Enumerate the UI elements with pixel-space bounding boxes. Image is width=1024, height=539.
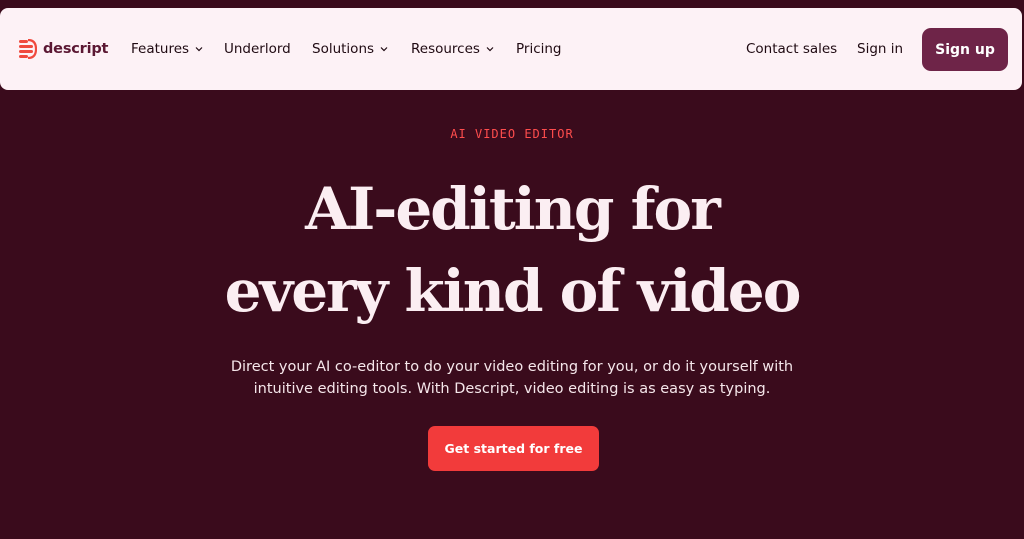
nav-item-underlord[interactable]: Underlord [224, 38, 291, 60]
nav-item-resources[interactable]: Resources [411, 38, 494, 60]
headline-line-1: AI-editing for [305, 175, 721, 243]
hero-headline: AI-editing for every kind of video [0, 168, 1024, 332]
nav-item-label: Resources [411, 41, 480, 57]
sign-up-button[interactable]: Sign up [922, 28, 1008, 71]
sign-up-label: Sign up [935, 41, 995, 58]
sign-in-link[interactable]: Sign in [857, 38, 903, 60]
chevron-down-icon [195, 47, 203, 52]
descript-logo-link[interactable]: descript [19, 38, 108, 60]
chevron-down-icon [380, 47, 388, 52]
hero-eyebrow: AI VIDEO EDITOR [450, 127, 574, 141]
contact-sales-link[interactable]: Contact sales [746, 38, 837, 60]
description-line-1: Direct your AI co-editor to do your vide… [230, 359, 794, 375]
page: descript Features Underlord Solutions Re… [0, 0, 1024, 539]
chevron-down-icon [486, 47, 494, 52]
get-started-label: Get started for free [444, 441, 583, 456]
sign-in-label: Sign in [857, 41, 904, 57]
contact-sales-label: Contact sales [746, 41, 838, 57]
nav-item-label: Features [131, 41, 190, 57]
get-started-button[interactable]: Get started for free [428, 426, 599, 471]
hero-description: Direct your AI co-editor to do your vide… [220, 356, 804, 400]
nav-item-pricing[interactable]: Pricing [516, 38, 562, 60]
nav-item-label: Underlord [224, 41, 291, 57]
nav-item-label: Solutions [312, 41, 375, 57]
top-navbar: descript Features Underlord Solutions Re… [0, 8, 1022, 90]
nav-item-label: Pricing [516, 41, 562, 57]
nav-item-solutions[interactable]: Solutions [312, 38, 388, 60]
descript-logo-icon [19, 39, 37, 59]
headline-line-2: every kind of video [224, 257, 802, 325]
description-line-2: intuitive editing tools. With Descript, … [253, 381, 771, 397]
brand-name: descript [43, 41, 109, 57]
nav-item-features[interactable]: Features [131, 38, 203, 60]
